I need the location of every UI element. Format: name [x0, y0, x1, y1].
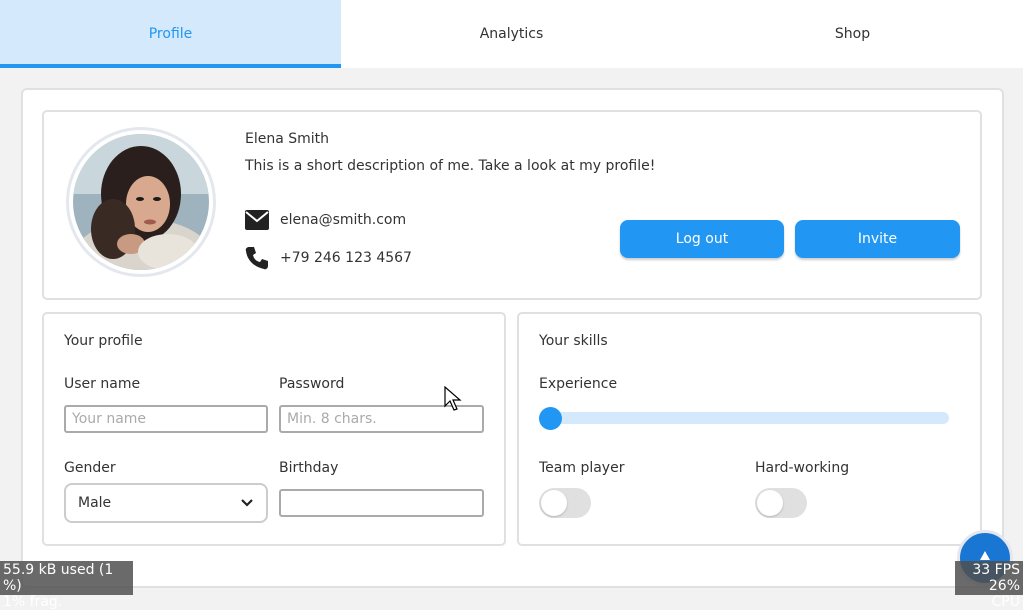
- switch-knob: [757, 490, 783, 516]
- password-label: Password: [279, 376, 345, 392]
- tab-profile[interactable]: Profile: [0, 0, 341, 68]
- envelope-icon: [245, 208, 269, 232]
- username-input[interactable]: Your name: [64, 405, 268, 433]
- experience-slider-track[interactable]: [540, 412, 949, 424]
- phone-row: +79 246 123 4567: [245, 246, 412, 270]
- birthday-label: Birthday: [279, 460, 339, 476]
- birthday-input[interactable]: [279, 489, 484, 517]
- avatar: [66, 127, 216, 277]
- password-placeholder: Min. 8 chars.: [287, 411, 377, 427]
- gender-value: Male: [78, 495, 112, 511]
- tab-bar: Profile Analytics Shop: [0, 0, 1023, 68]
- cpu-readout: 26% CPU: [988, 578, 1020, 610]
- email-text: elena@smith.com: [280, 212, 407, 228]
- your-profile-title: Your profile: [64, 333, 143, 349]
- experience-slider-knob[interactable]: [539, 407, 562, 430]
- gender-select[interactable]: Male: [64, 483, 268, 523]
- username-label: User name: [64, 376, 141, 392]
- username-placeholder: Your name: [72, 411, 147, 427]
- chevron-down-icon: [240, 496, 254, 514]
- your-skills-title: Your skills: [539, 333, 608, 349]
- invite-button[interactable]: Invite: [795, 220, 960, 258]
- phone-text: +79 246 123 4567: [280, 250, 412, 266]
- memory-used: 55.9 kB used (1 %): [3, 562, 114, 594]
- mouse-cursor-icon: [444, 385, 462, 416]
- gender-label: Gender: [64, 460, 116, 476]
- switch-knob: [541, 490, 567, 516]
- memory-frag: 1% frag.: [3, 594, 63, 610]
- logout-button[interactable]: Log out: [620, 220, 784, 258]
- hard-working-label: Hard-working: [755, 460, 850, 476]
- avatar-image: [73, 134, 209, 270]
- email-row: elena@smith.com: [245, 208, 406, 232]
- team-player-switch[interactable]: [539, 488, 591, 518]
- fps-readout: 33 FPS: [972, 562, 1020, 578]
- tab-analytics[interactable]: Analytics: [341, 0, 682, 68]
- profile-name: Elena Smith: [245, 131, 330, 147]
- hard-working-switch[interactable]: [755, 488, 807, 518]
- experience-label: Experience: [539, 376, 618, 392]
- tab-shop[interactable]: Shop: [682, 0, 1023, 68]
- performance-monitor: 33 FPS 26% CPU: [955, 561, 1023, 610]
- profile-description: This is a short description of me. Take …: [245, 158, 656, 174]
- phone-icon: [245, 246, 269, 270]
- team-player-label: Team player: [539, 460, 625, 476]
- memory-monitor: 55.9 kB used (1 %) 1% frag.: [0, 561, 133, 610]
